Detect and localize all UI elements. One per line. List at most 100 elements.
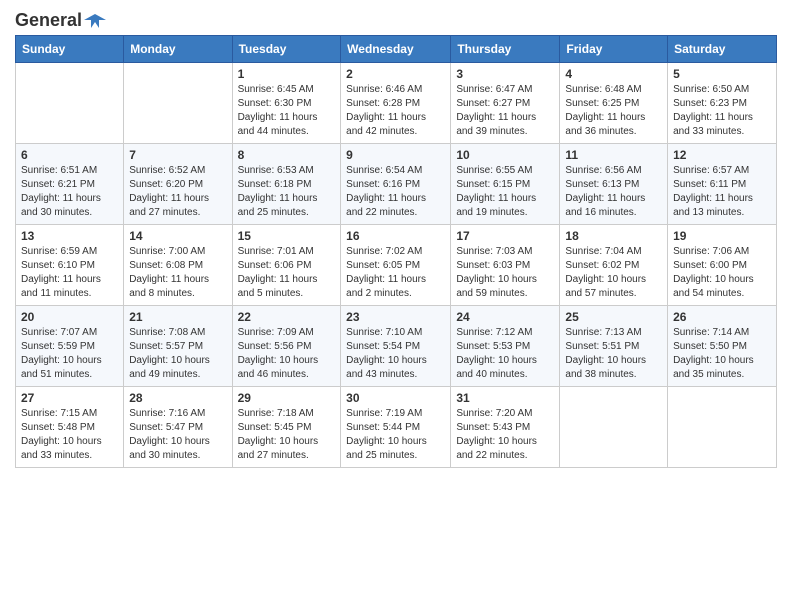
cell-daylight-info: Sunrise: 7:14 AM Sunset: 5:50 PM Dayligh…: [673, 326, 771, 382]
cell-daylight-info: Sunrise: 7:15 AM Sunset: 5:48 PM Dayligh…: [21, 407, 118, 463]
cell-daylight-info: Sunrise: 6:48 AM Sunset: 6:25 PM Dayligh…: [565, 83, 662, 139]
cell-daylight-info: Sunrise: 7:13 AM Sunset: 5:51 PM Dayligh…: [565, 326, 662, 382]
cell-day-number: 5: [673, 67, 771, 81]
logo-general: General: [15, 10, 82, 31]
cell-daylight-info: Sunrise: 6:47 AM Sunset: 6:27 PM Dayligh…: [456, 83, 554, 139]
cell-daylight-info: Sunrise: 7:02 AM Sunset: 6:05 PM Dayligh…: [346, 245, 445, 301]
table-row: 28Sunrise: 7:16 AM Sunset: 5:47 PM Dayli…: [124, 387, 232, 468]
cell-day-number: 11: [565, 148, 662, 162]
cell-daylight-info: Sunrise: 7:10 AM Sunset: 5:54 PM Dayligh…: [346, 326, 445, 382]
table-row: 6 Sunrise: 6:51 AM Sunset: 6:21 PM Daylig…: [16, 144, 124, 225]
cell-day-number: 6: [21, 148, 118, 162]
calendar-week-row: 1Sunrise: 6:45 AM Sunset: 6:30 PM Daylig…: [16, 63, 777, 144]
cell-day-number: 30: [346, 391, 445, 405]
cell-daylight-info: Sunrise: 7:19 AM Sunset: 5:44 PM Dayligh…: [346, 407, 445, 463]
table-row: 14Sunrise: 7:00 AM Sunset: 6:08 PM Dayli…: [124, 225, 232, 306]
cell-day-number: 31: [456, 391, 554, 405]
header: General: [15, 10, 777, 27]
cell-daylight-info: Sunrise: 6:59 AM Sunset: 6:10 PM Dayligh…: [21, 245, 118, 301]
table-row: 16Sunrise: 7:02 AM Sunset: 6:05 PM Dayli…: [341, 225, 451, 306]
cell-day-number: 3: [456, 67, 554, 81]
table-row: 8 Sunrise: 6:53 AM Sunset: 6:18 PM Daylig…: [232, 144, 341, 225]
cell-daylight-info: Sunrise: 7:12 AM Sunset: 5:53 PM Dayligh…: [456, 326, 554, 382]
header-sunday: Sunday: [16, 36, 124, 63]
calendar-week-row: 6 Sunrise: 6:51 AM Sunset: 6:21 PM Daylig…: [16, 144, 777, 225]
table-row: 4 Sunrise: 6:48 AM Sunset: 6:25 PM Daylig…: [560, 63, 668, 144]
header-wednesday: Wednesday: [341, 36, 451, 63]
cell-day-number: 2: [346, 67, 445, 81]
table-row: [560, 387, 668, 468]
calendar-week-row: 20Sunrise: 7:07 AM Sunset: 5:59 PM Dayli…: [16, 306, 777, 387]
header-friday: Friday: [560, 36, 668, 63]
table-row: 5Sunrise: 6:50 AM Sunset: 6:23 PM Daylig…: [668, 63, 777, 144]
page: General Sunday Monday Tuesday Wednesday …: [0, 0, 792, 612]
cell-day-number: 28: [129, 391, 226, 405]
table-row: 30 Sunrise: 7:19 AM Sunset: 5:44 PM Dayli…: [341, 387, 451, 468]
cell-day-number: 8: [238, 148, 336, 162]
header-saturday: Saturday: [668, 36, 777, 63]
cell-day-number: 21: [129, 310, 226, 324]
table-row: 11 Sunrise: 6:56 AM Sunset: 6:13 PM Dayli…: [560, 144, 668, 225]
cell-day-number: 29: [238, 391, 336, 405]
table-row: 20Sunrise: 7:07 AM Sunset: 5:59 PM Dayli…: [16, 306, 124, 387]
table-row: 9 Sunrise: 6:54 AM Sunset: 6:16 PM Daylig…: [341, 144, 451, 225]
cell-daylight-info: Sunrise: 7:09 AM Sunset: 5:56 PM Dayligh…: [238, 326, 336, 382]
cell-day-number: 12: [673, 148, 771, 162]
cell-day-number: 17: [456, 229, 554, 243]
weekday-header-row: Sunday Monday Tuesday Wednesday Thursday…: [16, 36, 777, 63]
table-row: 1Sunrise: 6:45 AM Sunset: 6:30 PM Daylig…: [232, 63, 341, 144]
cell-day-number: 24: [456, 310, 554, 324]
table-row: [668, 387, 777, 468]
logo-bird-icon: [84, 12, 106, 30]
table-row: 18 Sunrise: 7:04 AM Sunset: 6:02 PM Dayli…: [560, 225, 668, 306]
cell-daylight-info: Sunrise: 6:46 AM Sunset: 6:28 PM Dayligh…: [346, 83, 445, 139]
cell-daylight-info: Sunrise: 7:20 AM Sunset: 5:43 PM Dayligh…: [456, 407, 554, 463]
cell-daylight-info: Sunrise: 6:52 AM Sunset: 6:20 PM Dayligh…: [129, 164, 226, 220]
table-row: 31 Sunrise: 7:20 AM Sunset: 5:43 PM Dayli…: [451, 387, 560, 468]
cell-daylight-info: Sunrise: 7:01 AM Sunset: 6:06 PM Dayligh…: [238, 245, 336, 301]
header-thursday: Thursday: [451, 36, 560, 63]
header-monday: Monday: [124, 36, 232, 63]
cell-day-number: 18: [565, 229, 662, 243]
table-row: [16, 63, 124, 144]
cell-day-number: 10: [456, 148, 554, 162]
table-row: [124, 63, 232, 144]
cell-daylight-info: Sunrise: 7:04 AM Sunset: 6:02 PM Dayligh…: [565, 245, 662, 301]
cell-daylight-info: Sunrise: 7:06 AM Sunset: 6:00 PM Dayligh…: [673, 245, 771, 301]
table-row: 10Sunrise: 6:55 AM Sunset: 6:15 PM Dayli…: [451, 144, 560, 225]
cell-day-number: 25: [565, 310, 662, 324]
table-row: 15Sunrise: 7:01 AM Sunset: 6:06 PM Dayli…: [232, 225, 341, 306]
cell-daylight-info: Sunrise: 6:57 AM Sunset: 6:11 PM Dayligh…: [673, 164, 771, 220]
table-row: 12 Sunrise: 6:57 AM Sunset: 6:11 PM Dayli…: [668, 144, 777, 225]
table-row: 2 Sunrise: 6:46 AM Sunset: 6:28 PM Daylig…: [341, 63, 451, 144]
table-row: 24 Sunrise: 7:12 AM Sunset: 5:53 PM Dayli…: [451, 306, 560, 387]
cell-daylight-info: Sunrise: 6:51 AM Sunset: 6:21 PM Dayligh…: [21, 164, 118, 220]
cell-day-number: 7: [129, 148, 226, 162]
table-row: 21 Sunrise: 7:08 AM Sunset: 5:57 PM Dayli…: [124, 306, 232, 387]
calendar-week-row: 27 Sunrise: 7:15 AM Sunset: 5:48 PM Dayli…: [16, 387, 777, 468]
cell-daylight-info: Sunrise: 7:07 AM Sunset: 5:59 PM Dayligh…: [21, 326, 118, 382]
table-row: 7 Sunrise: 6:52 AM Sunset: 6:20 PM Daylig…: [124, 144, 232, 225]
cell-daylight-info: Sunrise: 6:53 AM Sunset: 6:18 PM Dayligh…: [238, 164, 336, 220]
calendar-table: Sunday Monday Tuesday Wednesday Thursday…: [15, 35, 777, 468]
table-row: 17 Sunrise: 7:03 AM Sunset: 6:03 PM Dayli…: [451, 225, 560, 306]
cell-day-number: 26: [673, 310, 771, 324]
table-row: 3 Sunrise: 6:47 AM Sunset: 6:27 PM Daylig…: [451, 63, 560, 144]
table-row: 27 Sunrise: 7:15 AM Sunset: 5:48 PM Dayli…: [16, 387, 124, 468]
header-tuesday: Tuesday: [232, 36, 341, 63]
cell-daylight-info: Sunrise: 6:54 AM Sunset: 6:16 PM Dayligh…: [346, 164, 445, 220]
table-row: 13Sunrise: 6:59 AM Sunset: 6:10 PM Dayli…: [16, 225, 124, 306]
table-row: 19 Sunrise: 7:06 AM Sunset: 6:00 PM Dayli…: [668, 225, 777, 306]
cell-day-number: 27: [21, 391, 118, 405]
table-row: 22 Sunrise: 7:09 AM Sunset: 5:56 PM Dayli…: [232, 306, 341, 387]
cell-day-number: 19: [673, 229, 771, 243]
cell-day-number: 4: [565, 67, 662, 81]
cell-daylight-info: Sunrise: 7:00 AM Sunset: 6:08 PM Dayligh…: [129, 245, 226, 301]
cell-daylight-info: Sunrise: 6:56 AM Sunset: 6:13 PM Dayligh…: [565, 164, 662, 220]
cell-daylight-info: Sunrise: 7:03 AM Sunset: 6:03 PM Dayligh…: [456, 245, 554, 301]
calendar-week-row: 13Sunrise: 6:59 AM Sunset: 6:10 PM Dayli…: [16, 225, 777, 306]
cell-day-number: 9: [346, 148, 445, 162]
cell-day-number: 23: [346, 310, 445, 324]
cell-day-number: 22: [238, 310, 336, 324]
cell-daylight-info: Sunrise: 7:08 AM Sunset: 5:57 PM Dayligh…: [129, 326, 226, 382]
